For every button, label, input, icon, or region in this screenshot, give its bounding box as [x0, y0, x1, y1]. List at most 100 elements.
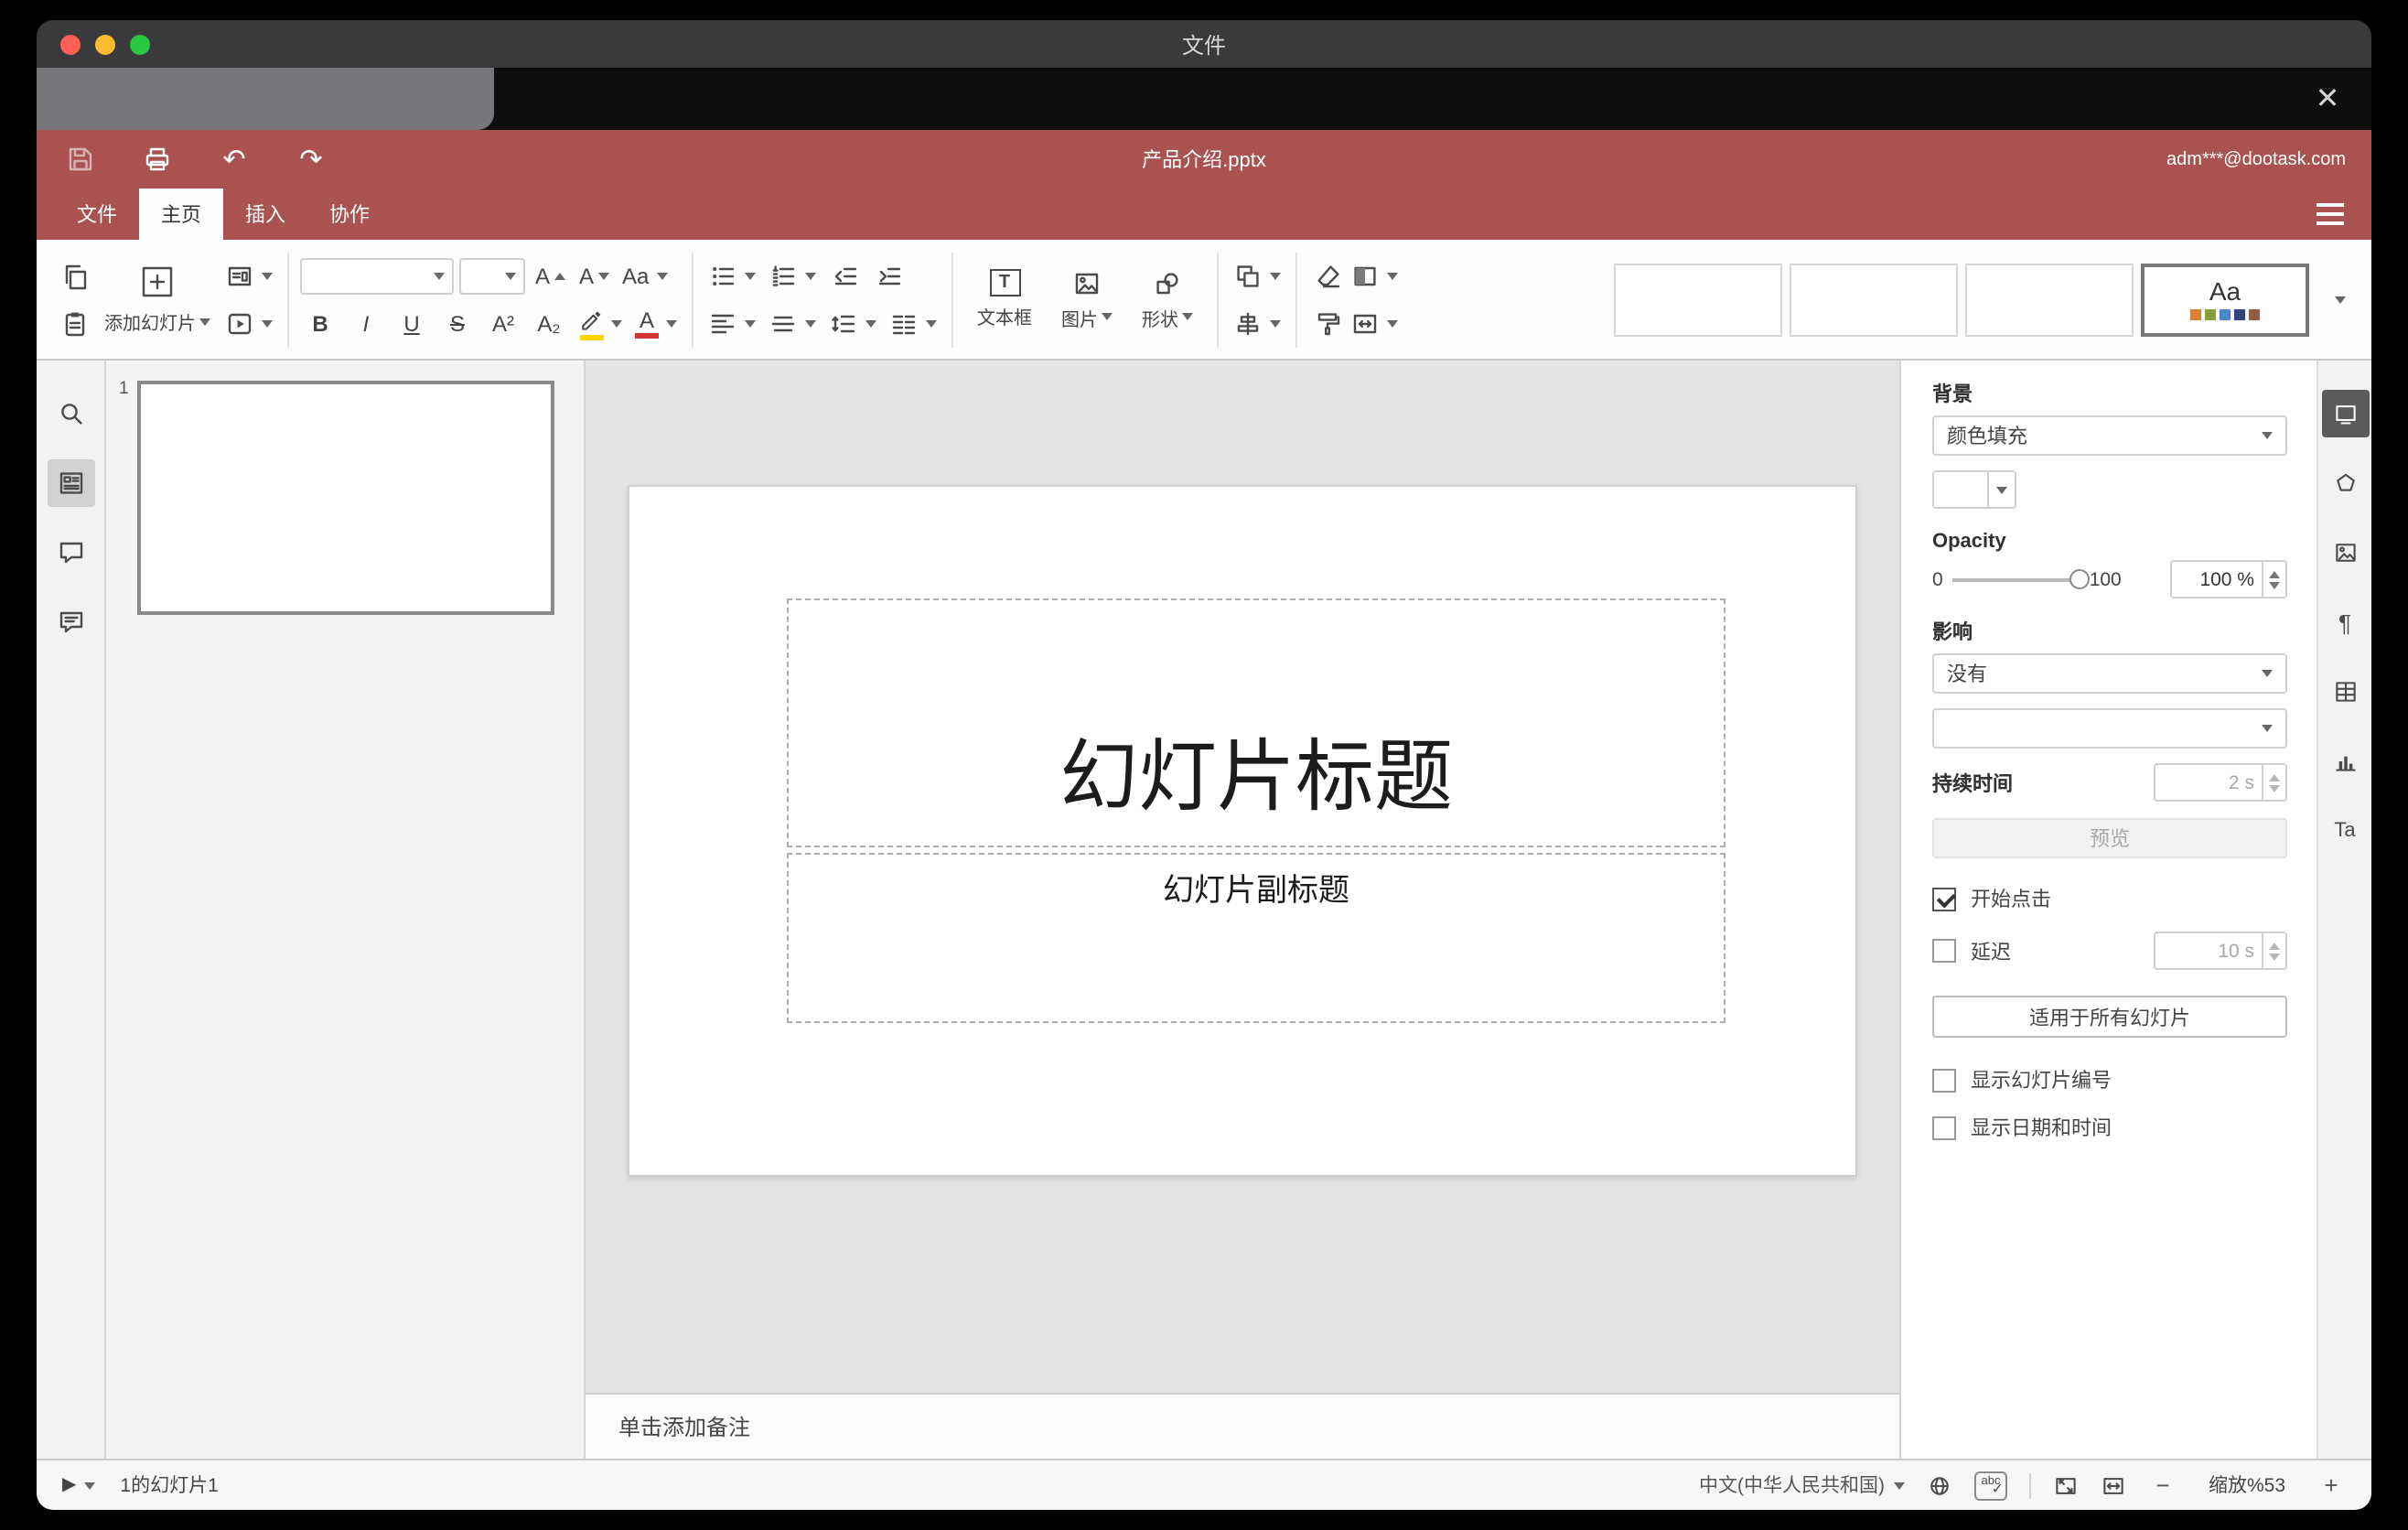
add-slide-button[interactable]: 添加幻灯片 — [93, 260, 221, 339]
delay-spinner[interactable]: 10 s — [2154, 932, 2287, 970]
insert-image-button[interactable]: 图片 — [1048, 268, 1125, 330]
close-window-button[interactable] — [60, 34, 81, 54]
start-slideshow-button[interactable] — [221, 304, 276, 342]
paste-button[interactable] — [55, 304, 93, 342]
menu-icon[interactable] — [2317, 203, 2344, 225]
preview-button[interactable]: 预览 — [1932, 818, 2287, 858]
show-slide-number-row[interactable]: 显示幻灯片编号 — [1932, 1065, 2287, 1094]
highlight-color-button[interactable] — [575, 304, 626, 342]
line-spacing-button[interactable] — [825, 304, 880, 342]
slides-panel-button[interactable] — [47, 459, 94, 507]
print-button[interactable] — [139, 141, 176, 178]
insert-shape-button[interactable]: 形状 — [1129, 268, 1206, 330]
show-date-time-checkbox[interactable] — [1932, 1115, 1956, 1139]
decrease-font-size-button[interactable]: A — [575, 256, 613, 295]
font-color-button[interactable]: A — [631, 304, 681, 342]
font-size-select[interactable] — [459, 257, 525, 294]
start-slideshow-status-button[interactable]: ▶ — [62, 1475, 95, 1495]
zoom-window-button[interactable] — [130, 34, 150, 54]
table-settings-tab[interactable] — [2321, 668, 2369, 716]
opacity-spinner[interactable]: 100 % — [2170, 560, 2287, 598]
opacity-spinner-arrows[interactable] — [2262, 562, 2285, 597]
show-slide-number-checkbox[interactable] — [1932, 1068, 1956, 1092]
language-select[interactable]: 中文(中华人民共和国) — [1699, 1471, 1905, 1499]
duration-spinner-arrows[interactable] — [2262, 765, 2285, 800]
slide-thumbnail[interactable] — [137, 381, 554, 615]
search-panel-button[interactable] — [47, 390, 94, 437]
decrease-indent-button[interactable] — [825, 256, 864, 295]
change-case-button[interactable]: Aa — [618, 256, 671, 295]
color-scheme-button[interactable] — [1347, 256, 1402, 295]
slide-canvas[interactable]: 幻灯片标题 幻灯片副标题 — [586, 361, 1899, 1393]
fit-to-slide-button[interactable] — [2053, 1472, 2079, 1498]
columns-button[interactable] — [886, 304, 941, 342]
slide-editing-surface[interactable]: 幻灯片标题 幻灯片副标题 — [628, 485, 1857, 1177]
align-shape-button[interactable] — [1230, 304, 1285, 342]
theme-gallery-expand-icon[interactable] — [2335, 296, 2346, 303]
superscript-button[interactable]: A² — [483, 304, 523, 342]
zoom-in-button[interactable]: + — [2317, 1471, 2346, 1499]
opacity-slider-knob[interactable] — [2069, 568, 2090, 588]
bold-button[interactable]: B — [300, 304, 340, 342]
close-dialog-icon[interactable]: ✕ — [2309, 81, 2346, 117]
apply-to-all-slides-button[interactable]: 适用于所有幻灯片 — [1932, 996, 2287, 1038]
redo-button[interactable]: ↷ — [293, 141, 329, 178]
theme-option-3[interactable] — [1965, 263, 2134, 336]
notes-area[interactable]: 单击添加备注 — [586, 1393, 1899, 1459]
tab-collaboration[interactable]: 协作 — [307, 189, 392, 240]
delay-spinner-arrows[interactable] — [2262, 933, 2285, 968]
theme-option-2[interactable] — [1790, 263, 1958, 336]
comments-panel-button[interactable] — [47, 529, 94, 576]
increase-font-size-button[interactable]: A — [531, 256, 569, 295]
insert-textbox-button[interactable]: T 文本框 — [964, 269, 1045, 329]
show-date-time-row[interactable]: 显示日期和时间 — [1932, 1113, 2287, 1142]
subtitle-placeholder[interactable]: 幻灯片副标题 — [787, 853, 1725, 1023]
italic-button[interactable]: I — [346, 304, 386, 342]
theme-option-1[interactable] — [1614, 263, 1782, 336]
save-button[interactable] — [62, 141, 99, 178]
tab-file[interactable]: 文件 — [55, 189, 139, 240]
transition-variant-select[interactable] — [1932, 708, 2287, 749]
duration-spinner[interactable]: 2 s — [2154, 763, 2287, 802]
start-on-click-row[interactable]: 开始点击 — [1932, 884, 2287, 913]
horizontal-align-button[interactable] — [704, 304, 759, 342]
zoom-out-button[interactable]: − — [2148, 1471, 2177, 1499]
background-color-select[interactable] — [1932, 470, 2016, 509]
copy-style-button[interactable] — [1308, 304, 1347, 342]
copy-button[interactable] — [55, 256, 93, 295]
delay-checkbox[interactable] — [1932, 939, 1956, 963]
numbering-button[interactable] — [765, 256, 820, 295]
vertical-align-button[interactable] — [765, 304, 820, 342]
undo-button[interactable]: ↶ — [216, 141, 253, 178]
slide-size-button[interactable] — [1347, 304, 1402, 342]
tab-home[interactable]: 主页 — [139, 189, 223, 240]
tab-insert[interactable]: 插入 — [223, 189, 307, 240]
fit-to-width-button[interactable] — [2101, 1472, 2126, 1498]
font-name-select[interactable] — [300, 257, 454, 294]
theme-option-selected[interactable]: Aa — [2141, 263, 2309, 336]
spellcheck-button[interactable]: abc ✓ — [1974, 1471, 2007, 1500]
start-on-click-checkbox[interactable] — [1932, 887, 1956, 910]
subscript-button[interactable]: A₂ — [529, 304, 569, 342]
vertical-align-icon — [771, 315, 795, 331]
slide-settings-tab[interactable] — [2321, 390, 2369, 437]
opacity-slider[interactable] — [1951, 568, 2090, 588]
transition-effect-select[interactable]: 没有 — [1932, 653, 2287, 694]
paragraph-settings-tab[interactable]: ¶ — [2321, 598, 2369, 646]
feedback-panel-button[interactable] — [47, 598, 94, 646]
chart-settings-tab[interactable] — [2321, 738, 2369, 785]
text-art-settings-tab[interactable]: Ta — [2321, 807, 2369, 855]
increase-indent-button[interactable] — [869, 256, 908, 295]
minimize-window-button[interactable] — [95, 34, 115, 54]
shape-settings-tab[interactable] — [2321, 459, 2369, 507]
set-language-button[interactable] — [1927, 1472, 1952, 1498]
clear-style-button[interactable] — [1308, 256, 1347, 295]
image-settings-tab[interactable] — [2321, 529, 2369, 576]
title-placeholder[interactable]: 幻灯片标题 — [787, 598, 1725, 847]
change-layout-button[interactable] — [221, 256, 276, 295]
underline-button[interactable]: U — [392, 304, 432, 342]
bullets-button[interactable] — [704, 256, 759, 295]
arrange-shape-button[interactable] — [1230, 256, 1285, 295]
strikethrough-button[interactable]: S — [437, 304, 478, 342]
background-fill-select[interactable]: 颜色填充 — [1932, 415, 2287, 456]
